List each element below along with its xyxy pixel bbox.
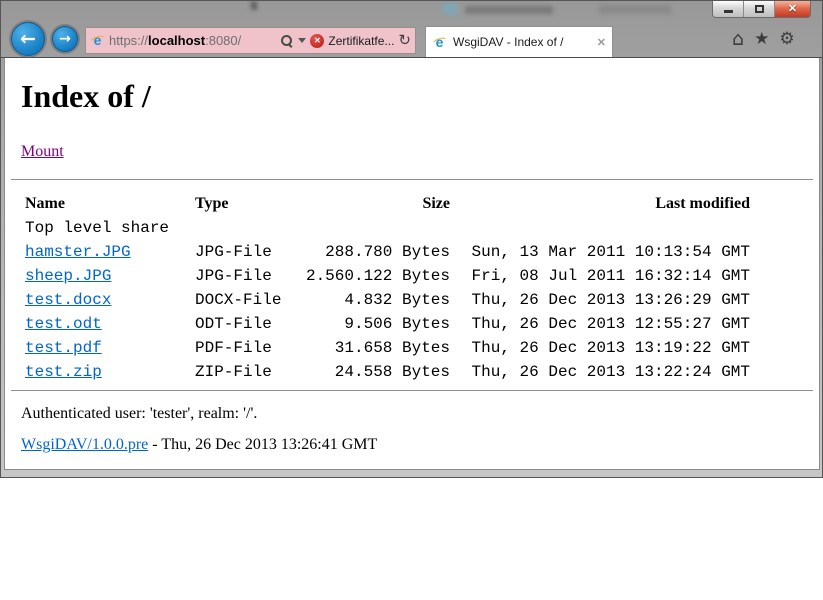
server-signature-line: WsgiDAV/1.0.0.pre - Thu, 26 Dec 2013 13:… <box>21 436 819 454</box>
chevron-down-icon[interactable] <box>298 38 306 43</box>
file-size: 288.780 Bytes <box>305 240 450 264</box>
table-row: test.pdf PDF-File 31.658 Bytes Thu, 26 D… <box>5 336 819 360</box>
table-header-row: Name Type Size Last modified <box>5 192 819 216</box>
close-window-button[interactable]: ✕ <box>775 1 810 17</box>
back-arrow-icon: ← <box>20 28 36 50</box>
file-size: 4.832 Bytes <box>305 288 450 312</box>
close-tab-icon[interactable]: ✕ <box>597 36 606 49</box>
browser-tab[interactable]: e WsgiDAV - Index of / ✕ <box>425 26 613 57</box>
file-type: JPG-File <box>195 240 305 264</box>
mount-link[interactable]: Mount <box>21 143 64 160</box>
forward-button[interactable]: → <box>52 26 78 52</box>
file-modified: Thu, 26 Dec 2013 13:26:29 GMT <box>450 288 750 312</box>
desktop-blur-artifact <box>251 1 257 10</box>
file-modified: Thu, 26 Dec 2013 13:19:22 GMT <box>450 336 750 360</box>
file-type: DOCX-File <box>195 288 305 312</box>
table-row: hamster.JPG JPG-File 288.780 Bytes Sun, … <box>5 240 819 264</box>
authenticated-user-line: Authenticated user: 'tester', realm: '/'… <box>21 405 819 423</box>
back-button[interactable]: ← <box>11 22 45 56</box>
url-host: localhost <box>148 33 205 48</box>
title-bar[interactable] <box>1 1 822 23</box>
file-modified: Thu, 26 Dec 2013 12:55:27 GMT <box>450 312 750 336</box>
file-link[interactable]: hamster.JPG <box>25 243 131 261</box>
divider <box>11 179 813 180</box>
column-header-size: Size <box>305 192 450 216</box>
file-size: 24.558 Bytes <box>305 360 450 384</box>
file-size: 9.506 Bytes <box>305 312 450 336</box>
file-modified: Thu, 26 Dec 2013 13:22:24 GMT <box>450 360 750 384</box>
file-type: ODT-File <box>195 312 305 336</box>
tab-title: WsgiDAV - Index of / <box>453 35 591 49</box>
browser-toolbar-icons: ⌂ ★ ⚙ <box>732 30 795 49</box>
desktop-blur-artifact <box>443 3 457 15</box>
file-link[interactable]: test.docx <box>25 291 111 309</box>
wsgidav-version-link[interactable]: WsgiDAV/1.0.0.pre <box>21 436 148 453</box>
server-timestamp: - Thu, 26 Dec 2013 13:26:41 GMT <box>148 436 377 453</box>
maximize-button[interactable] <box>744 1 775 17</box>
window-controls: ✕ <box>712 1 811 18</box>
file-link[interactable]: sheep.JPG <box>25 267 111 285</box>
home-icon[interactable]: ⌂ <box>732 30 744 49</box>
file-size: 2.560.122 Bytes <box>305 264 450 288</box>
browser-window: ✕ ← → e https://localhost:8080/ ✕ Zertif… <box>0 0 823 478</box>
page-title: Index of / <box>21 78 819 115</box>
url-path: :8080/ <box>205 33 241 48</box>
certificate-error-icon[interactable]: ✕ <box>310 34 324 48</box>
table-row: test.docx DOCX-File 4.832 Bytes Thu, 26 … <box>5 288 819 312</box>
address-bar[interactable]: e https://localhost:8080/ ✕ Zertifikatfe… <box>85 27 416 54</box>
column-header-modified: Last modified <box>450 192 750 216</box>
file-type: PDF-File <box>195 336 305 360</box>
directory-listing: Name Type Size Last modified Top level s… <box>5 192 819 384</box>
tab-favicon-ie-icon: e <box>432 35 447 50</box>
desktop-blur-artifact <box>465 6 553 14</box>
settings-gear-icon[interactable]: ⚙ <box>779 31 794 48</box>
minimize-icon <box>724 10 733 13</box>
certificate-error-label[interactable]: Zertifikatfe... <box>328 34 394 48</box>
section-label: Top level share <box>25 216 169 240</box>
url-scheme: https:// <box>109 33 148 48</box>
column-header-name: Name <box>25 192 195 216</box>
file-type: ZIP-File <box>195 360 305 384</box>
minimize-button[interactable] <box>713 1 744 17</box>
site-favicon-ie-icon: e <box>90 33 105 48</box>
file-link[interactable]: test.odt <box>25 315 102 333</box>
table-row: test.zip ZIP-File 24.558 Bytes Thu, 26 D… <box>5 360 819 384</box>
section-row: Top level share <box>5 216 819 240</box>
forward-arrow-icon: → <box>59 31 71 47</box>
close-icon: ✕ <box>788 4 797 15</box>
desktop-blur-artifact <box>599 5 671 14</box>
maximize-icon <box>755 5 764 13</box>
favorites-star-icon[interactable]: ★ <box>754 31 769 48</box>
table-row: sheep.JPG JPG-File 2.560.122 Bytes Fri, … <box>5 264 819 288</box>
table-row: test.odt ODT-File 9.506 Bytes Thu, 26 De… <box>5 312 819 336</box>
divider <box>11 390 813 391</box>
file-size: 31.658 Bytes <box>305 336 450 360</box>
url-text[interactable]: https://localhost:8080/ <box>109 33 276 48</box>
page-content: Index of / Mount Name Type Size Last mod… <box>4 58 820 470</box>
file-modified: Sun, 13 Mar 2011 10:13:54 GMT <box>450 240 750 264</box>
file-link[interactable]: test.pdf <box>25 339 102 357</box>
search-icon[interactable] <box>280 34 294 48</box>
file-modified: Fri, 08 Jul 2011 16:32:14 GMT <box>450 264 750 288</box>
refresh-icon[interactable]: ↻ <box>398 33 411 48</box>
file-type: JPG-File <box>195 264 305 288</box>
column-header-type: Type <box>195 192 305 216</box>
file-link[interactable]: test.zip <box>25 363 102 381</box>
